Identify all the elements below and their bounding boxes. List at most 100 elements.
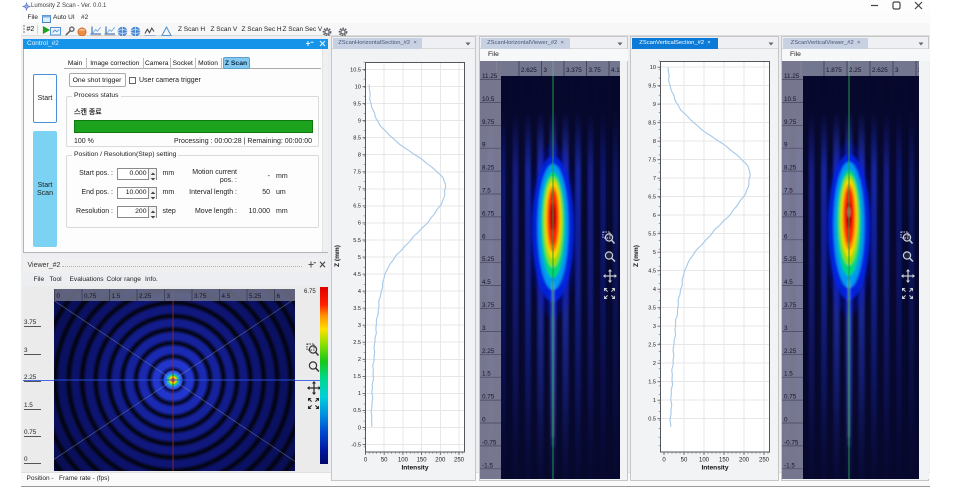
svg-text:0: 0 bbox=[784, 417, 788, 424]
svg-text:9: 9 bbox=[653, 102, 656, 108]
svg-text:7.5: 7.5 bbox=[648, 158, 656, 164]
svg-text:2.25: 2.25 bbox=[784, 348, 797, 355]
svg-text:1: 1 bbox=[653, 398, 656, 404]
svg-text:0: 0 bbox=[57, 293, 61, 300]
svg-text:3: 3 bbox=[167, 293, 171, 300]
svg-text:2.5: 2.5 bbox=[353, 340, 361, 346]
svg-text:9.75: 9.75 bbox=[482, 119, 495, 126]
svg-text:6: 6 bbox=[358, 221, 361, 227]
svg-text:3: 3 bbox=[895, 67, 899, 74]
svg-text:0.5: 0.5 bbox=[353, 408, 361, 414]
svg-text:0: 0 bbox=[662, 458, 666, 464]
svg-text:Intensity: Intensity bbox=[401, 465, 428, 472]
svg-text:5.5: 5.5 bbox=[648, 232, 656, 238]
svg-text:8.25: 8.25 bbox=[784, 165, 797, 172]
svg-text:1.5: 1.5 bbox=[648, 380, 656, 386]
svg-text:6: 6 bbox=[784, 233, 788, 240]
svg-text:-1.5: -1.5 bbox=[784, 462, 795, 469]
svg-text:3: 3 bbox=[544, 67, 548, 74]
svg-text:0.5: 0.5 bbox=[648, 417, 656, 423]
svg-text:3.75: 3.75 bbox=[589, 67, 602, 74]
svg-text:5.25: 5.25 bbox=[249, 293, 262, 300]
svg-text:3: 3 bbox=[482, 325, 486, 332]
svg-text:250: 250 bbox=[454, 458, 465, 464]
svg-text:4.125: 4.125 bbox=[611, 67, 620, 74]
svg-text:7: 7 bbox=[358, 187, 361, 193]
svg-text:2: 2 bbox=[358, 357, 361, 363]
svg-text:100: 100 bbox=[699, 458, 710, 464]
svg-text:6.75: 6.75 bbox=[482, 210, 495, 217]
svg-text:11.25: 11.25 bbox=[784, 73, 800, 80]
svg-text:5: 5 bbox=[358, 255, 361, 261]
svg-text:2.5: 2.5 bbox=[648, 343, 656, 349]
svg-text:6.75: 6.75 bbox=[784, 210, 797, 217]
svg-text:6.5: 6.5 bbox=[353, 204, 361, 210]
svg-text:8.5: 8.5 bbox=[353, 136, 361, 142]
svg-text:1.5: 1.5 bbox=[784, 371, 793, 378]
svg-text:10: 10 bbox=[650, 65, 656, 71]
svg-text:2.25: 2.25 bbox=[482, 348, 495, 355]
svg-text:9: 9 bbox=[482, 142, 486, 149]
svg-text:10.5: 10.5 bbox=[784, 96, 797, 103]
svg-text:3.5: 3.5 bbox=[353, 306, 361, 312]
svg-text:Z (mm): Z (mm) bbox=[334, 245, 341, 267]
svg-text:150: 150 bbox=[719, 458, 730, 464]
svg-text:4.5: 4.5 bbox=[482, 279, 491, 286]
svg-text:5.5: 5.5 bbox=[353, 238, 361, 244]
svg-text:1: 1 bbox=[358, 391, 361, 397]
svg-text:3.75: 3.75 bbox=[784, 302, 797, 309]
svg-text:8.5: 8.5 bbox=[648, 121, 656, 127]
svg-text:8: 8 bbox=[358, 153, 361, 159]
svg-text:7.5: 7.5 bbox=[784, 188, 793, 195]
svg-text:4.5: 4.5 bbox=[784, 279, 793, 286]
svg-text:150: 150 bbox=[417, 458, 428, 464]
svg-text:7.5: 7.5 bbox=[482, 188, 491, 195]
svg-text:9: 9 bbox=[358, 118, 361, 124]
svg-text:3.75: 3.75 bbox=[194, 293, 207, 300]
svg-text:2.25: 2.25 bbox=[139, 293, 152, 300]
svg-text:9.5: 9.5 bbox=[648, 84, 656, 90]
svg-text:5: 5 bbox=[653, 250, 656, 256]
svg-text:4.5: 4.5 bbox=[648, 269, 656, 275]
svg-text:8: 8 bbox=[653, 139, 656, 145]
svg-text:10: 10 bbox=[355, 84, 361, 90]
svg-text:1.875: 1.875 bbox=[826, 67, 842, 74]
svg-text:0.75: 0.75 bbox=[482, 394, 495, 401]
svg-text:9.75: 9.75 bbox=[784, 119, 797, 126]
svg-text:4: 4 bbox=[653, 287, 656, 293]
svg-text:4.5: 4.5 bbox=[353, 272, 361, 278]
svg-text:250: 250 bbox=[759, 458, 770, 464]
svg-text:3: 3 bbox=[358, 323, 361, 329]
svg-text:-1.5: -1.5 bbox=[482, 462, 493, 469]
svg-text:6: 6 bbox=[653, 213, 656, 219]
svg-text:50: 50 bbox=[681, 458, 688, 464]
svg-text:8.25: 8.25 bbox=[482, 165, 495, 172]
svg-text:1.5: 1.5 bbox=[482, 371, 491, 378]
svg-text:-0.75: -0.75 bbox=[784, 439, 799, 446]
svg-text:1.5: 1.5 bbox=[353, 374, 361, 380]
svg-text:1.5: 1.5 bbox=[112, 293, 121, 300]
svg-text:3.5: 3.5 bbox=[648, 306, 656, 312]
svg-text:3: 3 bbox=[784, 325, 788, 332]
svg-text:7: 7 bbox=[653, 176, 656, 182]
svg-text:2.625: 2.625 bbox=[521, 67, 537, 74]
svg-text:9.5: 9.5 bbox=[353, 101, 361, 107]
svg-text:200: 200 bbox=[435, 458, 446, 464]
svg-text:10.5: 10.5 bbox=[482, 96, 495, 103]
svg-text:7.5: 7.5 bbox=[353, 170, 361, 176]
svg-text:5.25: 5.25 bbox=[784, 256, 797, 263]
svg-text:200: 200 bbox=[739, 458, 750, 464]
svg-text:4: 4 bbox=[358, 289, 361, 295]
svg-text:2.625: 2.625 bbox=[872, 67, 888, 74]
svg-text:3.75: 3.75 bbox=[482, 302, 495, 309]
svg-text:2: 2 bbox=[653, 361, 656, 367]
svg-text:Intensity: Intensity bbox=[701, 465, 728, 472]
svg-text:50: 50 bbox=[381, 458, 388, 464]
svg-text:0.75: 0.75 bbox=[784, 394, 797, 401]
svg-text:0: 0 bbox=[364, 458, 368, 464]
svg-text:5.25: 5.25 bbox=[482, 256, 495, 263]
svg-text:4.5: 4.5 bbox=[222, 293, 231, 300]
svg-text:0: 0 bbox=[358, 425, 361, 431]
svg-text:3.375: 3.375 bbox=[566, 67, 582, 74]
svg-text:3: 3 bbox=[653, 324, 656, 330]
